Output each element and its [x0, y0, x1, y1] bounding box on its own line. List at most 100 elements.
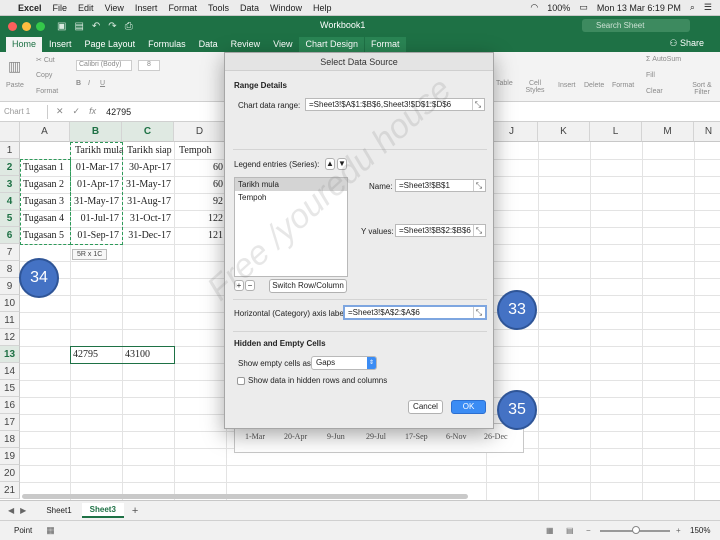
series-name-input[interactable]: =Sheet3!$B$1 ⤡ [395, 179, 486, 192]
fill-button[interactable]: Fill [646, 72, 655, 79]
notification-center-icon[interactable]: ☰ [704, 2, 712, 13]
col-header-k[interactable]: K [538, 122, 590, 142]
page-layout-view-icon[interactable]: ▤ [566, 526, 574, 535]
print-icon[interactable]: ⎙ [125, 21, 133, 32]
col-header-a[interactable]: A [20, 122, 70, 142]
row-header-4[interactable]: 4 [0, 193, 20, 210]
battery-percent[interactable]: 100% [547, 3, 570, 13]
col-header-l[interactable]: L [590, 122, 642, 142]
row-header-12[interactable]: 12 [0, 329, 20, 346]
wifi-icon[interactable]: ◠ [530, 2, 538, 13]
add-sheet-icon[interactable]: + [132, 505, 138, 517]
cell-c2[interactable]: 30-Apr-17 [122, 159, 174, 176]
zoom-slider-thumb[interactable] [632, 526, 640, 534]
row-header-5[interactable]: 5 [0, 210, 20, 227]
cancel-button[interactable]: Cancel [408, 400, 443, 414]
tab-review[interactable]: Review [225, 37, 267, 52]
font-select[interactable]: Calibri (Body) [76, 60, 132, 71]
menu-edit[interactable]: Edit [78, 3, 94, 13]
paste-button[interactable]: Paste [6, 82, 24, 89]
tab-format[interactable]: Format [365, 37, 406, 52]
format-as-table-button[interactable]: Table [496, 80, 513, 87]
range-picker-icon[interactable]: ⤡ [473, 225, 484, 236]
col-header-n[interactable]: N [694, 122, 720, 142]
row-header-18[interactable]: 18 [0, 431, 20, 448]
name-box[interactable]: Chart 1 [0, 104, 48, 119]
cancel-formula-icon[interactable]: ✕ [56, 106, 64, 117]
copy-button[interactable]: Copy [36, 72, 52, 79]
switch-row-column-button[interactable]: Switch Row/Column [269, 279, 347, 293]
clear-button[interactable]: Clear [646, 88, 663, 95]
menu-file[interactable]: File [53, 3, 68, 13]
save-icon[interactable]: ▤ [74, 21, 83, 32]
sheet-tab-sheet1[interactable]: Sheet1 [38, 504, 79, 517]
cell-d2[interactable]: 60 [174, 159, 226, 176]
search-sheet-input[interactable]: Search Sheet [582, 19, 690, 32]
range-picker-icon[interactable]: ⤡ [472, 99, 483, 110]
tab-insert[interactable]: Insert [43, 37, 78, 52]
row-header-16[interactable]: 16 [0, 397, 20, 414]
horizontal-axis-labels-input[interactable]: =Sheet3!$A$2:$A$6 ⤡ [343, 305, 487, 320]
menu-data[interactable]: Data [240, 3, 259, 13]
row-header-10[interactable]: 10 [0, 295, 20, 312]
row-header-9[interactable]: 9 [0, 278, 20, 295]
range-picker-icon[interactable]: ⤡ [473, 307, 484, 318]
row-header-3[interactable]: 3 [0, 176, 20, 193]
cell-c1[interactable]: Tarikh siap [124, 142, 175, 159]
menu-help[interactable]: Help [313, 3, 332, 13]
tab-data[interactable]: Data [193, 37, 224, 52]
font-size-select[interactable]: 8 [138, 60, 160, 71]
prev-sheet-icon[interactable]: ◀ [8, 506, 14, 515]
enter-formula-icon[interactable]: ✓ [73, 106, 81, 117]
zoom-window-button[interactable] [36, 21, 45, 31]
row-header-1[interactable]: 1 [0, 142, 20, 159]
cell-c6[interactable]: 31-Dec-17 [122, 227, 174, 244]
col-header-c[interactable]: C [122, 122, 174, 142]
close-window-button[interactable] [8, 21, 17, 31]
menu-format[interactable]: Format [168, 3, 197, 13]
tab-view[interactable]: View [267, 37, 298, 52]
cell-d5[interactable]: 122 [174, 210, 226, 227]
delete-cells-button[interactable]: Delete [584, 82, 604, 89]
minimize-window-button[interactable] [22, 21, 31, 31]
cell-d6[interactable]: 121 [174, 227, 226, 244]
normal-view-icon[interactable]: ▦ [546, 526, 554, 535]
row-header-15[interactable]: 15 [0, 380, 20, 397]
sort-filter-button[interactable]: Sort & Filter [690, 82, 714, 96]
underline-button[interactable]: U [100, 80, 105, 87]
cell-d4[interactable]: 92 [174, 193, 226, 210]
format-painter-button[interactable]: Format [36, 88, 58, 95]
battery-icon[interactable]: ▭ [579, 2, 588, 13]
tab-formulas[interactable]: Formulas [142, 37, 192, 52]
empty-cells-select[interactable]: Gaps ⇕ [311, 356, 377, 370]
undo-icon[interactable]: ↶ [92, 21, 100, 32]
row-header-6[interactable]: 6 [0, 227, 20, 244]
sheet-tab-sheet3[interactable]: Sheet3 [81, 503, 124, 518]
row-header-14[interactable]: 14 [0, 363, 20, 380]
range-picker-icon[interactable]: ⤡ [473, 180, 484, 191]
cut-button[interactable]: ✂ Cut [36, 56, 55, 64]
row-header-17[interactable]: 17 [0, 414, 20, 431]
cell-d3[interactable]: 60 [174, 176, 226, 193]
cell-styles-button[interactable]: Cell Styles [524, 80, 546, 94]
row-header-20[interactable]: 20 [0, 465, 20, 482]
tab-home[interactable]: Home [6, 37, 43, 52]
row-header-13[interactable]: 13 [0, 346, 20, 363]
cell-c4[interactable]: 31-Aug-17 [122, 193, 174, 210]
paste-icon[interactable]: ▥ [8, 58, 21, 75]
menu-app-name[interactable]: Excel [18, 3, 42, 13]
menu-insert[interactable]: Insert [135, 3, 158, 13]
zoom-out-icon[interactable]: − [586, 526, 591, 535]
row-header-21[interactable]: 21 [0, 482, 20, 499]
col-header-d[interactable]: D [174, 122, 226, 142]
select-all-corner[interactable] [0, 122, 20, 142]
italic-button[interactable]: I [88, 80, 90, 87]
autosum-button[interactable]: Σ AutoSum [646, 56, 681, 63]
next-sheet-icon[interactable]: ▶ [20, 506, 26, 515]
bold-button[interactable]: B [76, 80, 81, 87]
formula-input[interactable]: 42795 [106, 107, 131, 117]
col-header-b[interactable]: B [70, 122, 122, 142]
tab-chart-design[interactable]: Chart Design [299, 37, 365, 52]
sidebar-icon[interactable]: ▣ [57, 21, 66, 32]
row-header-7[interactable]: 7 [0, 244, 20, 261]
